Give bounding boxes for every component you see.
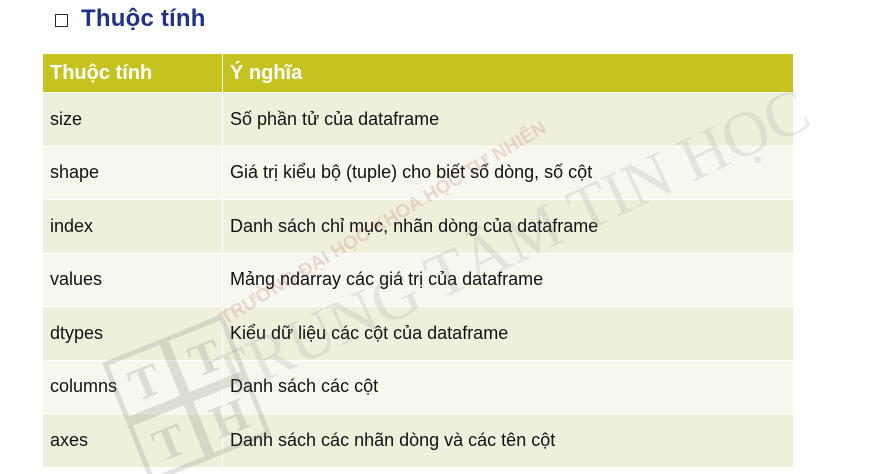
attribute-cell: dtypes bbox=[43, 307, 223, 360]
meaning-cell: Danh sách các cột bbox=[230, 376, 379, 397]
attribute-cell: size bbox=[43, 93, 223, 146]
meaning-cell: Kiểu dữ liệu các cột của dataframe bbox=[230, 322, 509, 343]
meaning-cell: Mảng ndarray các giá trị của dataframe bbox=[230, 269, 544, 290]
attribute-cell: columns bbox=[43, 360, 223, 413]
attribute-cell: axes bbox=[43, 414, 223, 467]
table-row: shape Giá trị kiểu bộ (tuple) cho biết s… bbox=[43, 146, 793, 200]
attribute-cell: shape bbox=[43, 146, 223, 199]
column-header-attribute: Thuộc tính bbox=[43, 54, 223, 92]
attribute-cell: index bbox=[43, 200, 223, 253]
attributes-table: Thuộc tính Ý nghĩa size Số phần tử của d… bbox=[43, 54, 793, 468]
table-row: index Danh sách chỉ mục, nhãn dòng của d… bbox=[43, 200, 793, 254]
table-row: axes Danh sách các nhãn dòng và các tên … bbox=[43, 414, 793, 468]
meaning-cell: Số phần tử của dataframe bbox=[230, 108, 440, 129]
section-heading: Thuộc tính bbox=[55, 4, 206, 34]
table-row: dtypes Kiểu dữ liệu các cột của datafram… bbox=[43, 307, 793, 361]
attribute-cell: values bbox=[43, 253, 223, 306]
section-title: Thuộc tính bbox=[81, 5, 206, 32]
table-row: values Mảng ndarray các giá trị của data… bbox=[43, 253, 793, 307]
table-header-row: Thuộc tính Ý nghĩa bbox=[43, 54, 793, 93]
table-row: columns Danh sách các cột bbox=[43, 360, 793, 414]
table-row: size Số phần tử của dataframe bbox=[43, 93, 793, 147]
meaning-cell: Danh sách chỉ mục, nhãn dòng của datafra… bbox=[230, 215, 599, 236]
checkbox-bullet-icon bbox=[55, 13, 68, 27]
meaning-cell: Giá trị kiểu bộ (tuple) cho biết số dòng… bbox=[230, 162, 593, 183]
meaning-cell: Danh sách các nhãn dòng và các tên cột bbox=[230, 429, 556, 450]
column-header-meaning: Ý nghĩa bbox=[230, 61, 303, 84]
